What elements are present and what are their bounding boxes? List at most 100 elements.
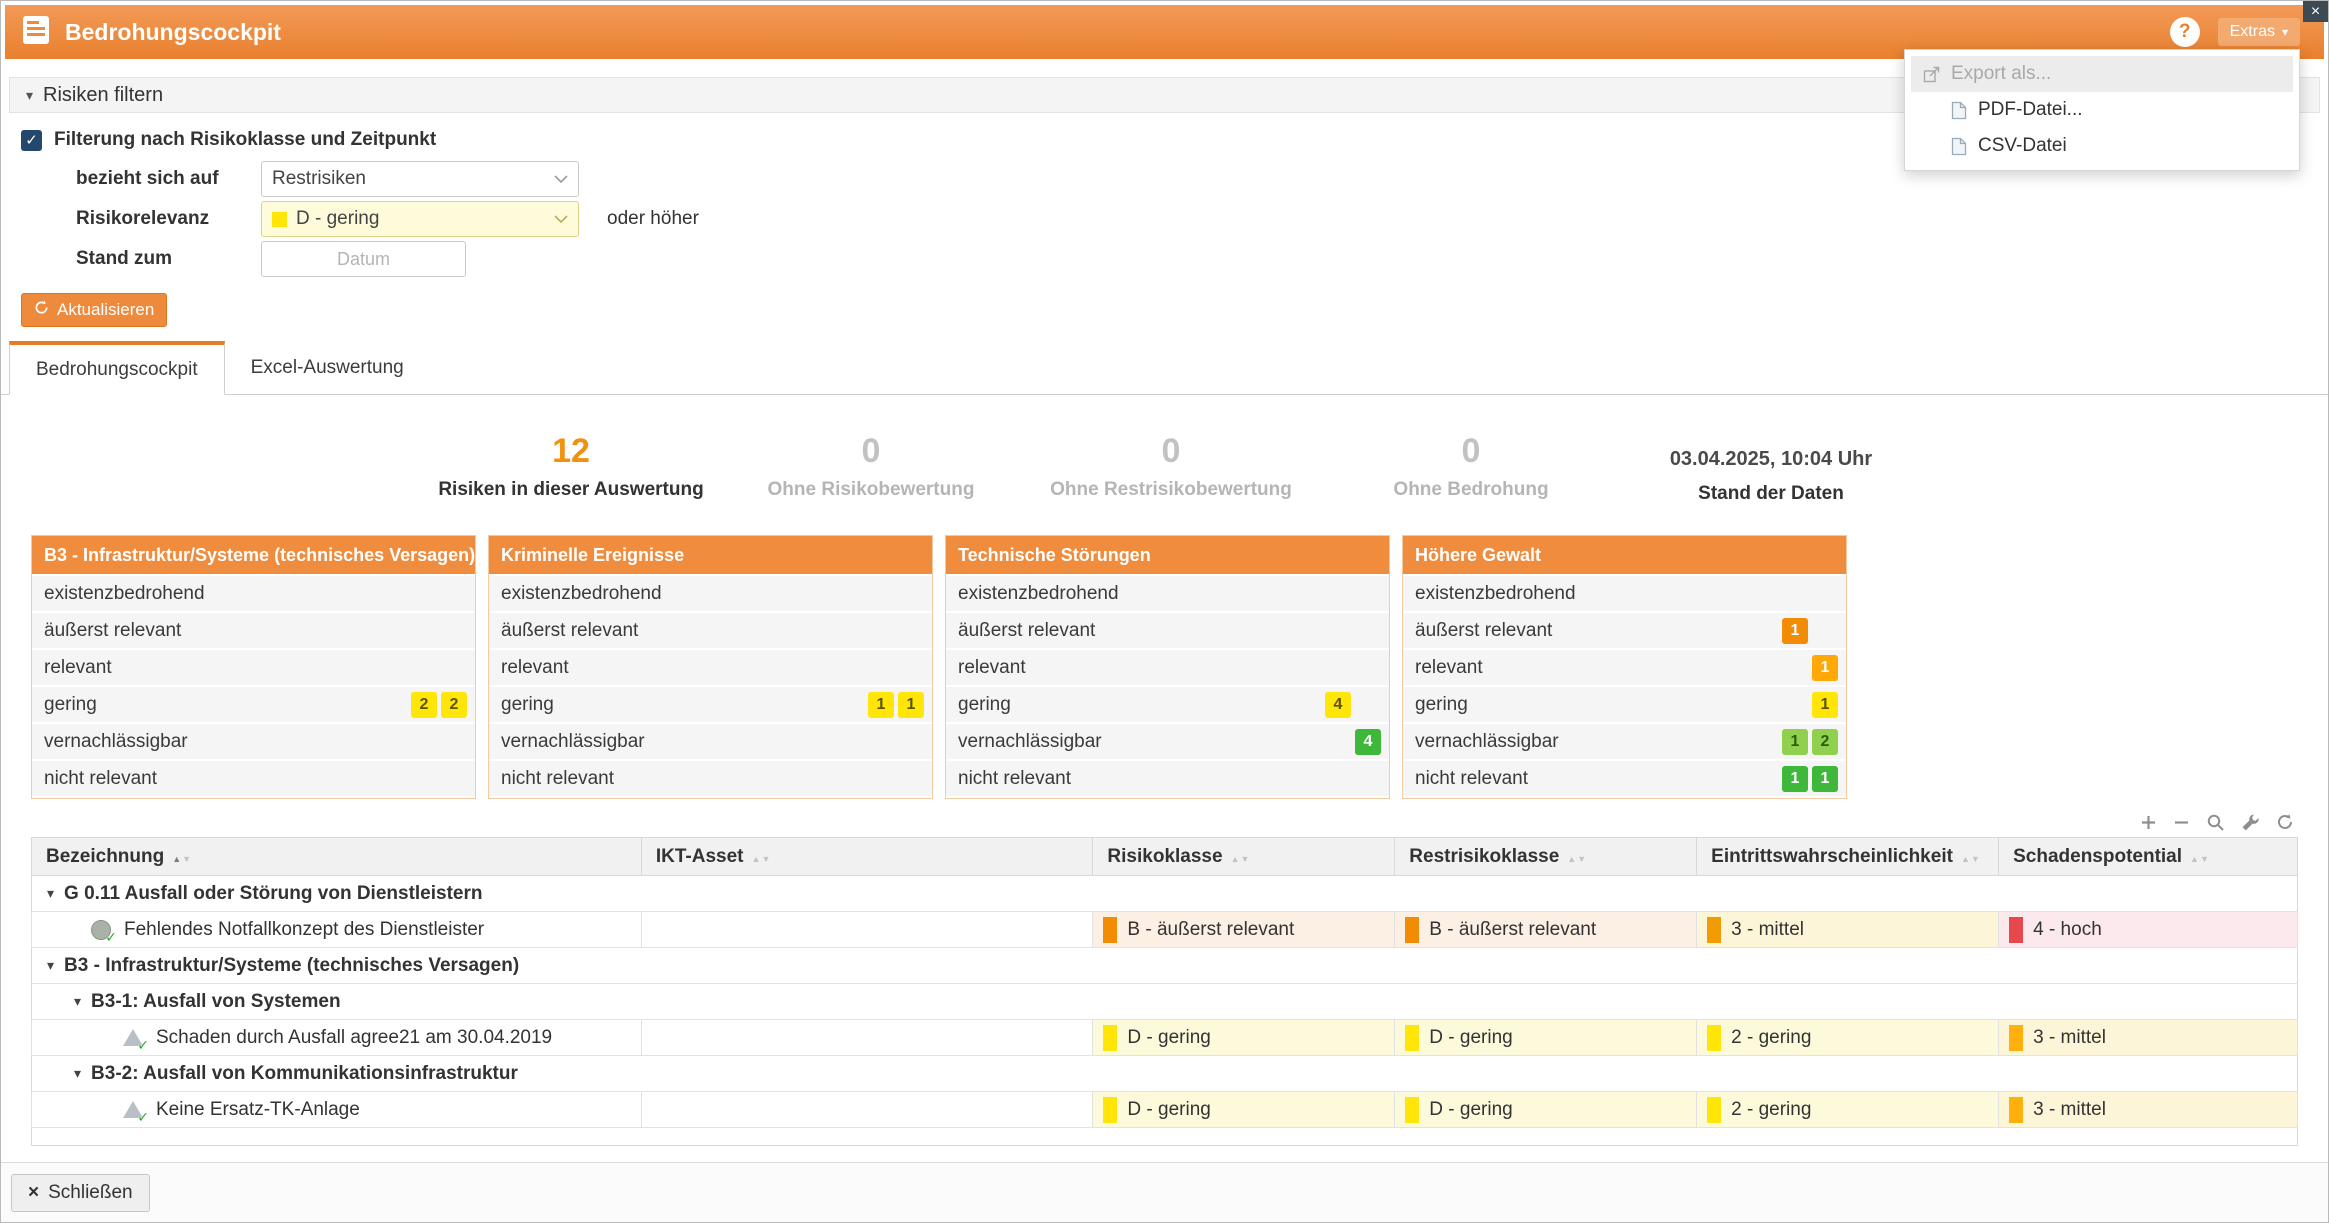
panel-row-existenzbedrohend[interactable]: existenzbedrohend	[32, 576, 475, 611]
extras-button[interactable]: Extras ▾	[2218, 18, 2300, 46]
relevance-select-value: D - gering	[296, 208, 554, 230]
group-row-b3-infrastruktur-systeme-technisches-versagen[interactable]: ▾ B3 - Infrastruktur/Systeme (technisches…	[32, 948, 2298, 984]
panel-row-label: existenzbedrohend	[1415, 583, 1778, 605]
risk-row-keine-ersatz-tk-anlage[interactable]: ✓Keine Ersatz-TK-AnlageD - geringD - ger…	[32, 1092, 2298, 1128]
plus-icon[interactable]	[2140, 814, 2157, 831]
panel-row-existenzbedrohend[interactable]: existenzbedrohend	[1403, 576, 1846, 611]
panel-row-u-erst-relevant[interactable]: äußerst relevant	[489, 613, 932, 648]
group-row-b3-2-ausfall-von-kommunikationsinfrastruktur[interactable]: ▾ B3-2: Ausfall von Kommunikationsinfrast…	[32, 1056, 2298, 1092]
help-button[interactable]: ?	[2170, 17, 2200, 47]
panel-row-gering[interactable]: gering 1	[1403, 687, 1846, 722]
refresh-button[interactable]: Aktualisieren	[21, 293, 167, 327]
group-row-label: B3 - Infrastruktur/Systeme (technisches …	[64, 955, 519, 977]
collapse-caret-icon[interactable]: ▾	[74, 993, 81, 1010]
count-badge: 1	[1812, 692, 1838, 718]
search-icon[interactable]	[2206, 813, 2225, 832]
scope-label: bezieht sich auf	[76, 168, 261, 190]
tab-excel-auswertung[interactable]: Excel-Auswertung	[225, 342, 430, 394]
yellow-color-chip	[272, 212, 287, 227]
panel-row-nicht-relevant[interactable]: nicht relevant11	[1403, 761, 1846, 796]
panel-row-label: gering	[44, 694, 407, 716]
class-color-marker	[1405, 917, 1419, 943]
tab-bedrohungscockpit[interactable]: Bedrohungscockpit	[9, 341, 225, 395]
date-input[interactable]	[261, 241, 466, 277]
window-close-button[interactable]: ×	[2303, 1, 2328, 22]
settings-icon[interactable]	[2241, 813, 2260, 832]
panel-row-u-erst-relevant[interactable]: äußerst relevant	[946, 613, 1389, 648]
menu-item-label: CSV-Datei	[1978, 135, 2067, 157]
count-badge: 1	[1782, 766, 1808, 792]
group-row-g-0-11-ausfall-oder-st-rung-von-dienstleistern[interactable]: ▾G 0.11 Ausfall oder Störung von Dienstl…	[32, 876, 2298, 912]
tabbar: BedrohungscockpitExcel-Auswertung	[1, 341, 2328, 395]
group-row-b3-1-ausfall-von-systemen[interactable]: ▾ B3-1: Ausfall von Systemen	[32, 984, 2298, 1020]
relevance-select[interactable]: D - gering	[261, 201, 579, 237]
risk-row-fehlendes-notfallkonzept-des-dienstleister[interactable]: ✓Fehlendes Notfallkonzept des Dienstleis…	[32, 912, 2298, 948]
group-row-label: B3-1: Ausfall von Systemen	[91, 991, 341, 1013]
refresh-icon[interactable]	[2276, 813, 2294, 831]
footer: × Schließen	[1, 1162, 2328, 1222]
class-color-marker	[1103, 1025, 1117, 1051]
panel-row-vernachl-ssigbar[interactable]: vernachlässigbar12	[1403, 724, 1846, 759]
panel-row-label: existenzbedrohend	[44, 583, 407, 605]
check-icon: ✓	[137, 1037, 149, 1054]
caret-down-icon: ▾	[2282, 25, 2288, 39]
app-window: Bedrohungscockpit ? Extras ▾ × Export al…	[0, 0, 2329, 1223]
filter-section-title: Risiken filtern	[43, 84, 163, 107]
collapse-caret-icon[interactable]: ▾	[47, 885, 54, 902]
refresh-icon	[34, 300, 49, 320]
column-header-restrisikoklasse[interactable]: Restrisikoklasse▲▼	[1395, 838, 1697, 876]
panel-row-label: gering	[1415, 694, 1778, 716]
panel-row-label: relevant	[44, 657, 407, 679]
menu-item-export-als[interactable]: Export als...	[1911, 56, 2293, 92]
panel-row-existenzbedrohend[interactable]: existenzbedrohend	[946, 576, 1389, 611]
panel-row-vernachl-ssigbar[interactable]: vernachlässigbar	[32, 724, 475, 759]
class-color-marker	[1103, 1097, 1117, 1123]
sort-icon: ▲▼	[172, 854, 192, 864]
filter-checkbox[interactable]: ✓	[21, 130, 42, 151]
panel-row-relevant[interactable]: relevant	[32, 650, 475, 685]
scope-select[interactable]: Restrisiken	[261, 161, 579, 197]
panel-row-relevant[interactable]: relevant	[946, 650, 1389, 685]
column-header-schadenspotential[interactable]: Schadenspotential▲▼	[1999, 838, 2298, 876]
panel-row-label: nicht relevant	[1415, 768, 1778, 790]
minus-icon[interactable]	[2173, 814, 2190, 831]
class-cell-text: 3 - mittel	[2033, 1027, 2106, 1049]
column-header-eintrittswahrscheinlichkeit[interactable]: Eintrittswahrscheinlichkeit▲▼	[1697, 838, 1999, 876]
risk-row-schaden-durch-ausfall-agree21-am-30-04-2019[interactable]: ✓Schaden durch Ausfall agree21 am 30.04.…	[32, 1020, 2298, 1056]
panel-row-gering[interactable]: gering11	[489, 687, 932, 722]
check-icon: ✓	[25, 131, 38, 149]
panel-row-gering[interactable]: gering22	[32, 687, 475, 722]
count-badge: 4	[1355, 729, 1381, 755]
column-header-label: IKT-Asset	[656, 846, 744, 867]
class-color-marker	[2009, 917, 2023, 943]
panel-row-vernachl-ssigbar[interactable]: vernachlässigbar	[489, 724, 932, 759]
menu-item-csv-datei[interactable]: CSV-Datei	[1911, 128, 2293, 164]
panel-row-existenzbedrohend[interactable]: existenzbedrohend	[489, 576, 932, 611]
panel-row-vernachl-ssigbar[interactable]: vernachlässigbar4	[946, 724, 1389, 759]
close-icon: ×	[28, 1182, 39, 1204]
collapse-caret-icon[interactable]: ▾	[47, 957, 54, 974]
panel-row-nicht-relevant[interactable]: nicht relevant	[946, 761, 1389, 796]
panel-row-gering[interactable]: gering4	[946, 687, 1389, 722]
panel-row-relevant[interactable]: relevant1	[1403, 650, 1846, 685]
column-header-bezeichnung[interactable]: Bezeichnung▲▼	[32, 838, 642, 876]
panel-row-label: vernachlässigbar	[501, 731, 864, 753]
group-row-label: B3-2: Ausfall von Kommunikationsinfrastr…	[91, 1063, 518, 1085]
panel-row-nicht-relevant[interactable]: nicht relevant	[32, 761, 475, 796]
ikt-asset-cell	[641, 912, 1093, 948]
menu-item-pdf-datei[interactable]: PDF-Datei...	[1911, 92, 2293, 128]
panel-row-nicht-relevant[interactable]: nicht relevant	[489, 761, 932, 796]
check-icon: ✓	[137, 1109, 149, 1126]
column-header-ikt-asset[interactable]: IKT-Asset▲▼	[641, 838, 1093, 876]
date-label: Stand zum	[76, 248, 261, 270]
panel-row-u-erst-relevant[interactable]: äußerst relevant1	[1403, 613, 1846, 648]
column-header-risikoklasse[interactable]: Risikoklasse▲▼	[1093, 838, 1395, 876]
risk-row-label: Keine Ersatz-TK-Anlage	[156, 1099, 360, 1121]
collapse-caret-icon[interactable]: ▾	[74, 1065, 81, 1082]
panel-row-relevant[interactable]: relevant	[489, 650, 932, 685]
class-cell-text: 4 - hoch	[2033, 919, 2102, 941]
ikt-asset-cell	[641, 1020, 1093, 1056]
close-button[interactable]: × Schließen	[11, 1174, 150, 1212]
panel-row-u-erst-relevant[interactable]: äußerst relevant	[32, 613, 475, 648]
stat-label: Ohne Restrisikobewertung	[1021, 479, 1321, 501]
